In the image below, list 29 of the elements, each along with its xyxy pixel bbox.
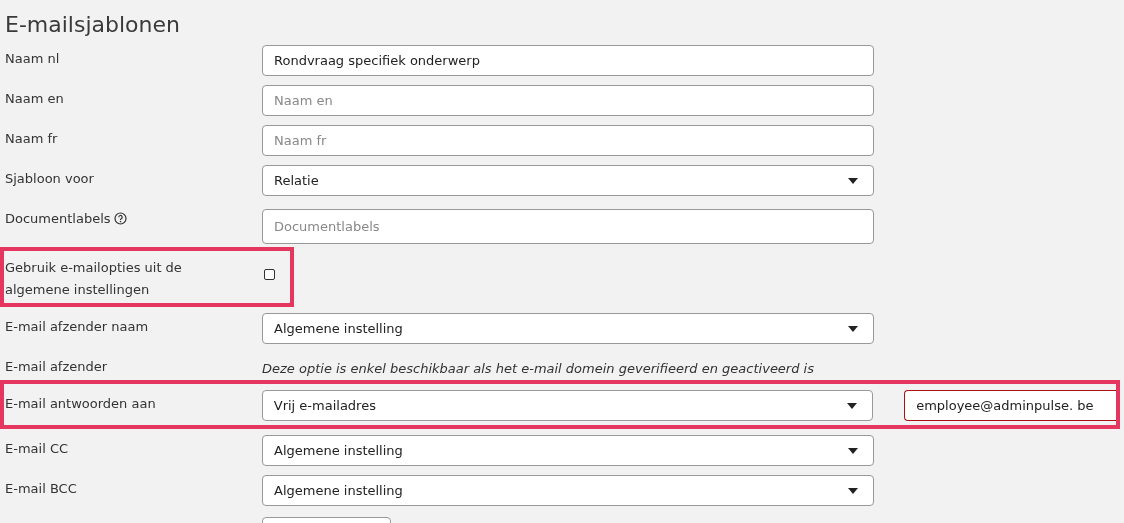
field-label: E-mail BCC (5, 481, 77, 496)
caret-icon (847, 402, 858, 409)
text-field[interactable]: Rondvraag specifiek onderwerp (262, 45, 874, 76)
select-field[interactable]: Relatie (262, 165, 874, 196)
field-label: Documentlabels (5, 211, 111, 226)
field-label: Sjabloon voor (5, 171, 94, 186)
select-field[interactable]: Algemene instelling (262, 475, 874, 506)
text-field[interactable]: Naam en (262, 85, 874, 116)
field-label: E-mail antwoorden aan (5, 396, 156, 411)
select-field[interactable]: Algemene instelling (262, 435, 874, 466)
select-field[interactable]: Vrij e-mailadres (261, 390, 874, 421)
field-label: Gebruik e-mailopties uit de algemene instellingen (5, 259, 183, 299)
caret-icon (848, 177, 858, 184)
select-field[interactable]: Algemene instelling (262, 313, 874, 344)
text-field[interactable]: Documentlabels (262, 209, 874, 244)
page-title: E-mailsjablonen (4, 11, 181, 39)
field-label: E-mail afzender (5, 359, 108, 374)
caret-icon (848, 325, 858, 332)
field-label: Naam en (5, 91, 64, 106)
field-label: Naam nl (5, 51, 60, 66)
help-icon[interactable] (113, 212, 127, 225)
field-label: E-mail afzender naam (5, 319, 149, 334)
checkbox[interactable] (264, 269, 275, 280)
caret-icon (848, 487, 858, 494)
info-note: Deze optie is enkel beschikbaar als het e-mail domein geverifieerd en geactiveerd is (262, 360, 815, 376)
field-label: E-mail CC (5, 441, 69, 456)
field-label: Naam fr (5, 131, 58, 146)
text-field[interactable]: Naam fr (262, 125, 874, 156)
caret-icon (848, 447, 858, 454)
